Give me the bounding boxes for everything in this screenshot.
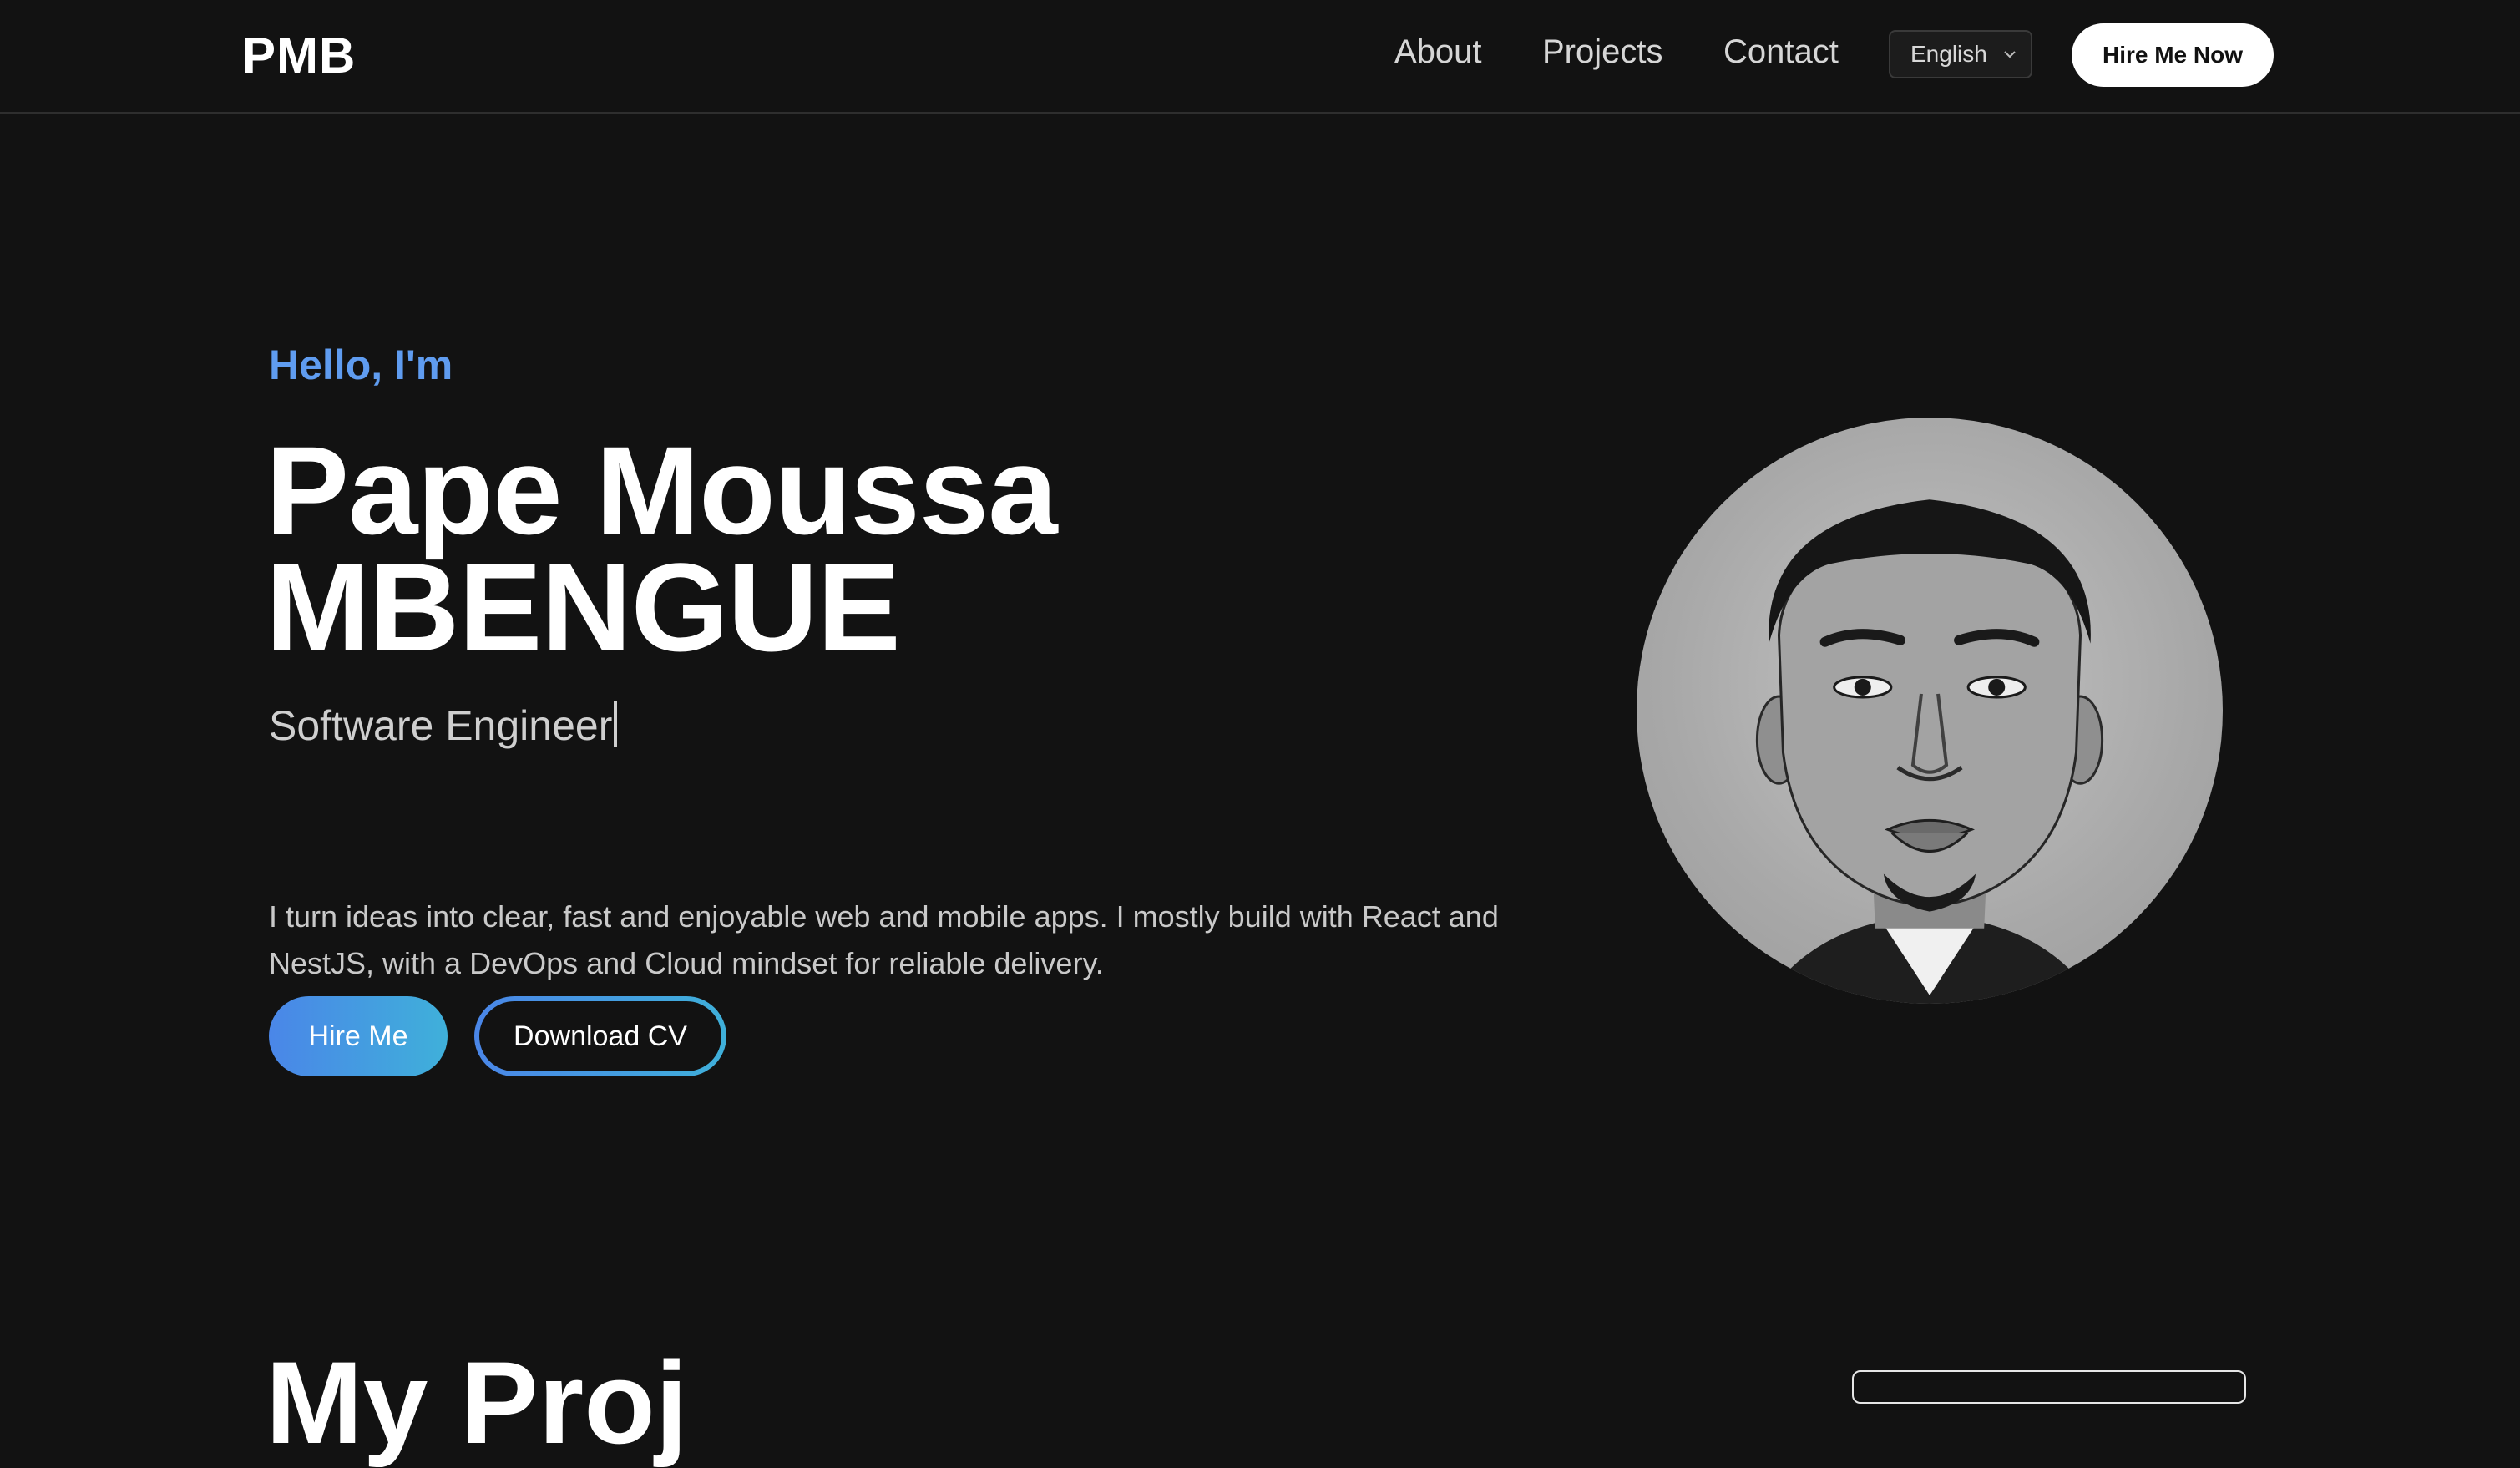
- hero-name-first: Pape Moussa: [266, 420, 1058, 560]
- hire-me-now-button[interactable]: Hire Me Now: [2072, 23, 2274, 87]
- hero-greeting: Hello, I'm: [269, 342, 453, 388]
- nav-link-contact[interactable]: Contact: [1723, 33, 1839, 71]
- avatar: [1637, 418, 2223, 1004]
- nav-link-about[interactable]: About: [1394, 33, 1482, 71]
- language-select[interactable]: English: [1889, 30, 2032, 78]
- projects-section-title: My Proj: [266, 1337, 688, 1468]
- hire-me-button[interactable]: Hire Me: [269, 996, 448, 1076]
- logo[interactable]: PMB: [242, 27, 356, 84]
- projects-section-control[interactable]: [1852, 1370, 2246, 1404]
- download-cv-label: Download CV: [479, 1001, 721, 1071]
- hero-name-last: MBENGUE: [266, 537, 901, 677]
- language-select-value: English: [1910, 41, 1987, 67]
- site-header: PMB About Projects Contact English Hire …: [0, 0, 2520, 114]
- hero-role: Software Engineer: [269, 701, 618, 750]
- chevron-down-icon: [2004, 51, 2016, 58]
- nav-link-projects[interactable]: Projects: [1542, 33, 1663, 71]
- avatar-illustration: [1755, 499, 2104, 1004]
- download-cv-button[interactable]: Download CV: [474, 996, 726, 1076]
- hero-bio: I turn ideas into clear, fast and enjoya…: [269, 899, 1499, 980]
- typing-caret: [614, 701, 618, 747]
- hero-role-text: Software Engineer: [269, 702, 613, 749]
